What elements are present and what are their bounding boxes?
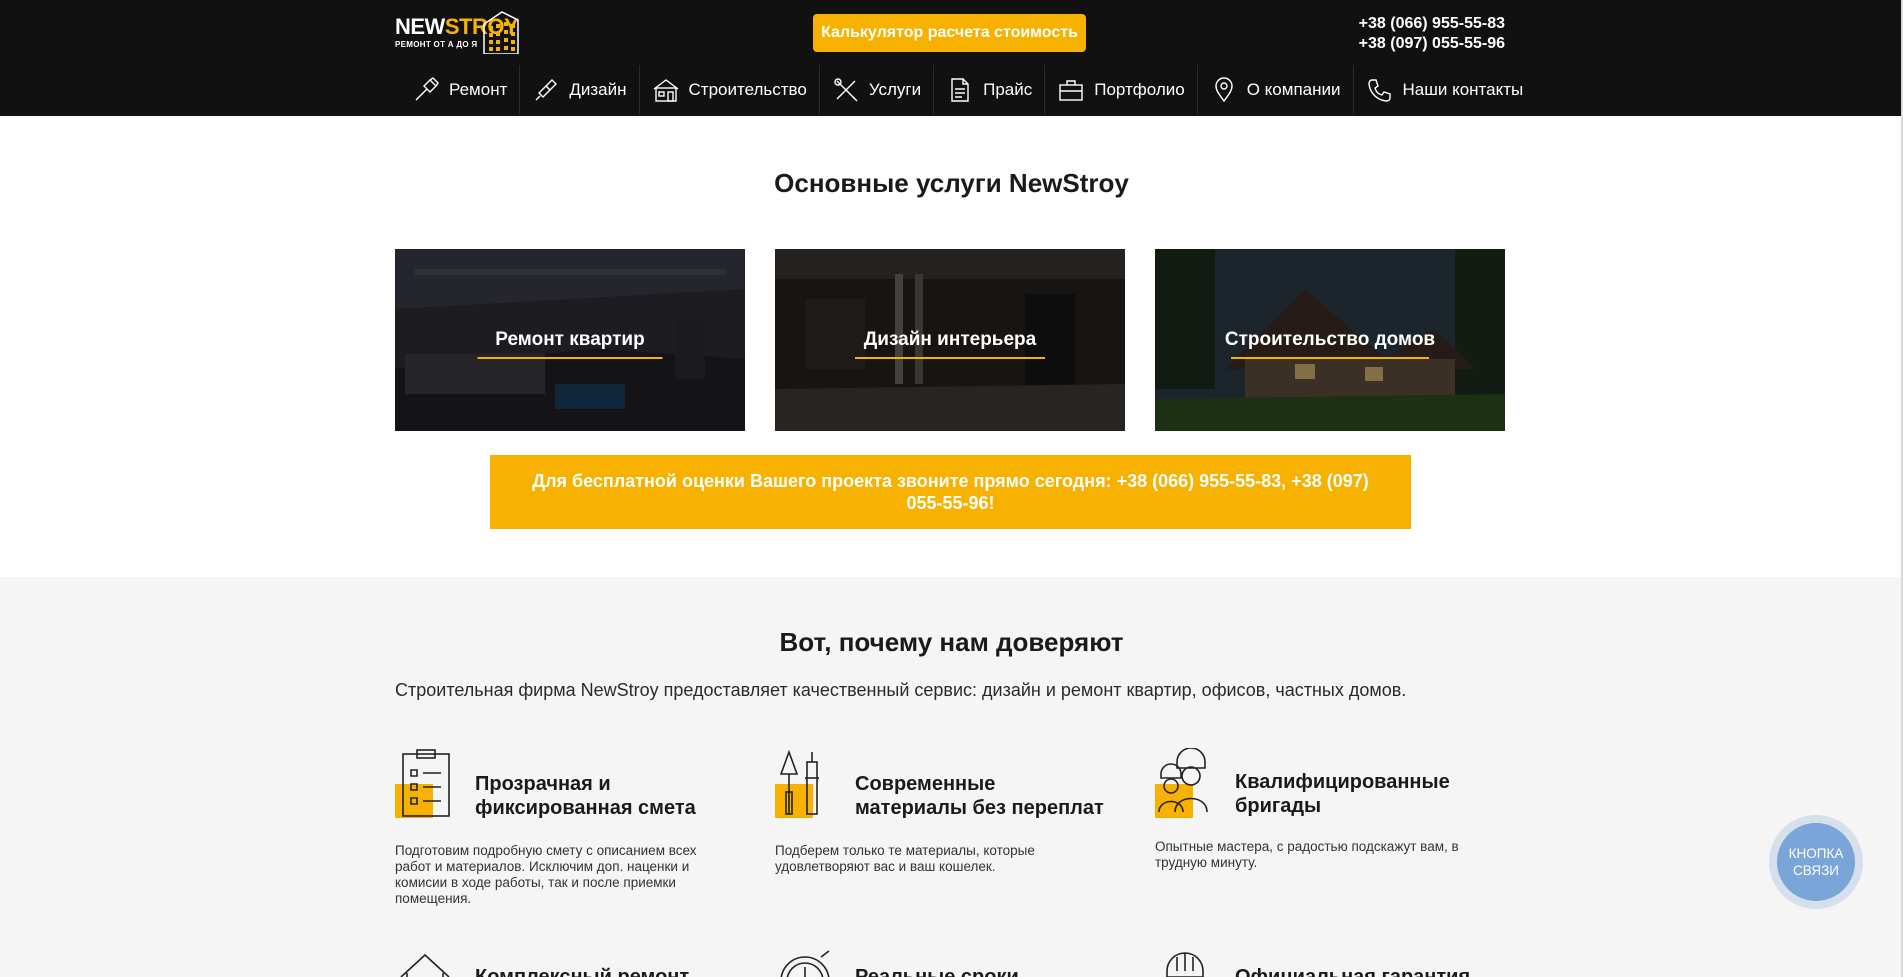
nav-item-about[interactable]: О компании (1198, 65, 1354, 115)
briefcase-icon (1059, 80, 1083, 101)
hammer-icon (415, 77, 439, 101)
brush-icon (535, 79, 558, 101)
document-icon (951, 78, 969, 102)
header-phones: +38 (066) 955-55-83 +38 (097) 055-55-96 (1359, 14, 1505, 54)
nav-label-portfolio: Портфолио (1094, 80, 1185, 99)
site-header: NEWSTROY РЕМОНТ ОТ А ДО Я Калькулятор ра… (0, 0, 1903, 116)
free-estimate-banner: Для бесплатной оценки Вашего проекта зво… (490, 455, 1411, 529)
nav-label-design: Дизайн (569, 80, 627, 99)
nav-label-contacts: Наши контакты (1402, 80, 1524, 99)
nav-item-portfolio[interactable]: Портфолио (1045, 65, 1198, 115)
service-card-interior-design[interactable]: Дизайн интерьера (775, 249, 1125, 431)
feature-title: Официальная гарантия на 3 (1235, 966, 1471, 977)
feature-title: Комплексный ремонт под (475, 966, 690, 977)
service-card-label: Строительство домов (1224, 329, 1436, 350)
service-card-underline (477, 357, 663, 359)
service-card-label: Дизайн интерьера (863, 329, 1037, 350)
clock-icon (775, 949, 835, 977)
trust-title: Вот, почему нам доверяют (779, 627, 1124, 657)
nav-item-contacts[interactable]: Наши контакты (1354, 65, 1536, 115)
trust-section: Вот, почему нам доверяют Строительная фи… (0, 577, 1903, 977)
building-logo-icon (483, 11, 519, 54)
service-card-apartment-repair[interactable]: Ремонт квартир (395, 249, 745, 431)
nav-item-services[interactable]: Услуги (820, 65, 935, 115)
service-card-label: Ремонт квартир (495, 329, 645, 350)
feature-title: Реальные сроки (855, 966, 1019, 977)
service-card-house-building[interactable]: Строительство домов (1155, 249, 1505, 431)
feature-text: Опытные мастера, с радостью подскажут ва… (1155, 839, 1459, 870)
feature-title: Прозрачная и фиксированная смета (475, 773, 696, 819)
house-icon (653, 79, 678, 102)
feature-title: Квалифицированные бригады (1235, 771, 1450, 817)
house-outline-icon (395, 949, 455, 977)
nav-label-about: О компании (1246, 80, 1341, 99)
service-card-underline (1231, 357, 1429, 359)
checklist-icon (395, 748, 455, 818)
services-title: Основные услуги NewStroy (774, 168, 1129, 198)
trowel-icon (775, 748, 835, 818)
worker-helmet-icon (1155, 949, 1215, 977)
nav-item-design[interactable]: Дизайн (520, 65, 640, 115)
location-pin-icon (1215, 77, 1233, 103)
phone-link-1[interactable]: +38 (066) 955-55-83 (1359, 14, 1505, 34)
feature-text: Подготовим подробную смету с описанием в… (395, 843, 697, 906)
nav-label-remont: Ремонт (449, 80, 508, 99)
trust-description: Строительная фирма NewStroy предоставляе… (395, 680, 1407, 700)
nav-item-remont[interactable]: Ремонт (400, 65, 521, 115)
logo[interactable]: NEWSTROY РЕМОНТ ОТ А ДО Я (395, 10, 525, 54)
contact-button-label: Кнопка связи (1777, 823, 1855, 901)
nav-label-construction: Строительство (688, 80, 807, 99)
nav-item-construction[interactable]: Строительство (640, 65, 820, 115)
phone-link-2[interactable]: +38 (097) 055-55-96 (1359, 34, 1505, 54)
service-card-underline (855, 357, 1045, 359)
phone-icon (1367, 79, 1391, 102)
main-nav: Ремонт Дизайн Строительство Услуги Прайс… (400, 65, 1535, 115)
cost-calculator-button[interactable]: Калькулятор расчета стоимость (813, 14, 1086, 52)
nav-label-services: Услуги (868, 80, 922, 99)
contact-button[interactable]: Кнопка связи (1769, 815, 1863, 909)
nav-label-price: Прайс (983, 80, 1033, 99)
service-cards: Ремонт квартир Дизайн интерьера Строител… (395, 249, 1505, 431)
workers-icon (1155, 748, 1215, 818)
feature-text: Подберем только те материалы, которые уд… (775, 843, 1035, 874)
feature-title: Современные материалы без переплат (855, 773, 1104, 819)
logo-brand-white: NEW (395, 13, 445, 39)
tools-icon (834, 78, 858, 102)
nav-item-price[interactable]: Прайс (934, 65, 1046, 115)
